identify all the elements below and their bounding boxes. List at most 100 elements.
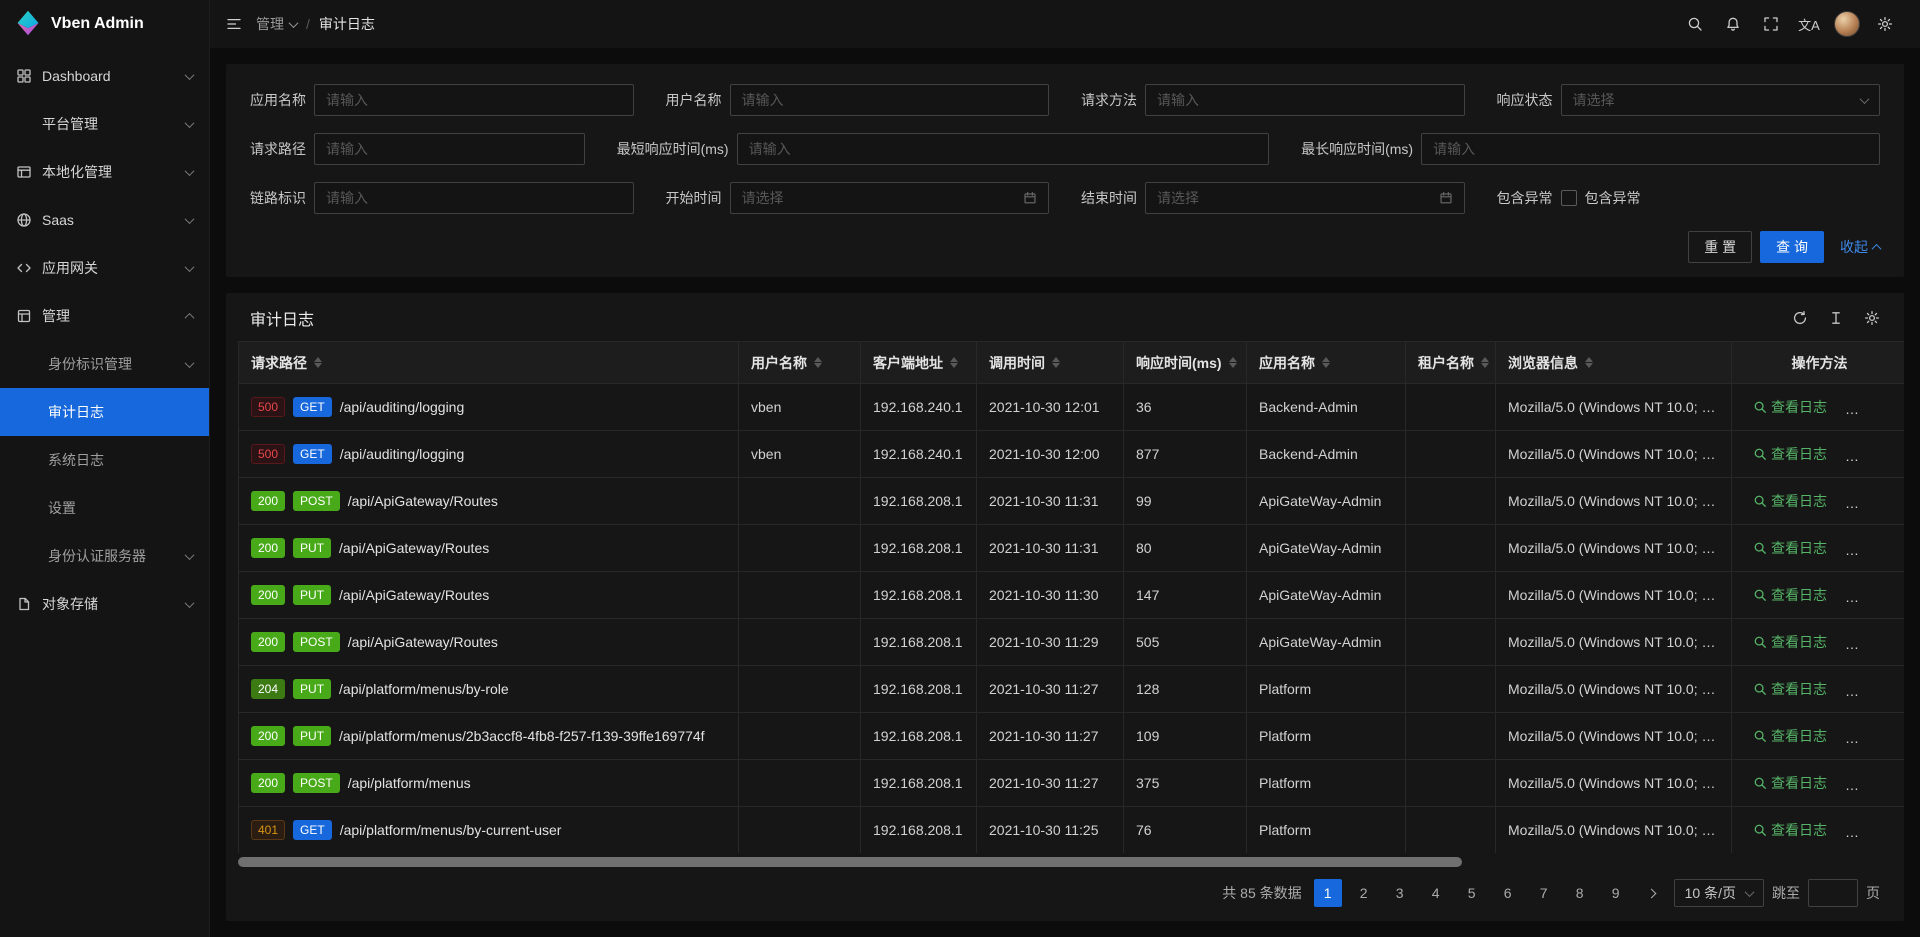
page-2-button[interactable]: 2 (1350, 879, 1378, 907)
column-header[interactable]: 客户端地址 (861, 342, 977, 384)
view-log-button[interactable]: 查看日志 (1753, 538, 1827, 558)
fullscreen-icon[interactable] (1752, 0, 1790, 48)
response-status-select[interactable]: 请选择 (1561, 84, 1881, 116)
horizontal-scrollbar[interactable] (238, 857, 1892, 867)
sort-icon[interactable] (950, 357, 958, 368)
settings-icon[interactable] (1866, 0, 1904, 48)
page-8-button[interactable]: 8 (1566, 879, 1594, 907)
min-response-time-input[interactable]: 请输入 (737, 133, 1270, 165)
has-exception-checkbox[interactable] (1561, 190, 1577, 206)
scrollbar-thumb[interactable] (238, 857, 1462, 867)
max-response-time-input[interactable]: 请输入 (1421, 133, 1880, 165)
column-header[interactable]: 响应时间(ms) (1124, 342, 1247, 384)
cell-user-name (739, 807, 861, 854)
sidebar-item-identity[interactable]: 身份标识管理 (0, 340, 209, 388)
sidebar-item-saas[interactable]: Saas (0, 196, 209, 244)
breadcrumb-item[interactable]: 管理 (256, 14, 297, 34)
sort-icon[interactable] (1052, 357, 1060, 368)
sidebar-item-settings[interactable]: 设置 (0, 484, 209, 532)
page-4-button[interactable]: 4 (1422, 879, 1450, 907)
page-size-select[interactable]: 10 条/页 (1674, 879, 1764, 907)
sidebar-item-dashboard[interactable]: Dashboard (0, 52, 209, 100)
cell-client-address: 192.168.208.1 (861, 525, 977, 572)
settings-icon[interactable] (1864, 310, 1880, 326)
column-header[interactable]: 租户名称 (1406, 342, 1496, 384)
field-label: 结束时间 (1081, 188, 1137, 208)
chevron-down-icon (185, 550, 195, 560)
cell-call-time: 2021-10-30 11:27 (977, 713, 1124, 760)
sidebar-item-admin[interactable]: 管理 (0, 292, 209, 340)
view-log-button[interactable]: 查看日志 (1753, 773, 1827, 793)
next-page-button[interactable] (1638, 879, 1666, 907)
blank-icon (16, 116, 32, 132)
sort-icon[interactable] (1585, 357, 1593, 368)
breadcrumb-item[interactable]: 审计日志 (319, 14, 375, 34)
chevron-down-icon (185, 70, 195, 80)
column-header[interactable]: 请求路径 (239, 342, 739, 384)
reset-button[interactable]: 重 置 (1688, 231, 1752, 263)
sidebar-item-auth-server[interactable]: 身份认证服务器 (0, 532, 209, 580)
column-label: 浏览器信息 (1508, 353, 1578, 373)
page-6-button[interactable]: 6 (1494, 879, 1522, 907)
view-log-button[interactable]: 查看日志 (1753, 397, 1827, 417)
column-height-icon[interactable] (1828, 310, 1844, 326)
page-5-button[interactable]: 5 (1458, 879, 1486, 907)
app-name-input[interactable]: 请输入 (314, 84, 634, 116)
page-1-button[interactable]: 1 (1314, 879, 1342, 907)
chevron-up-icon (185, 312, 195, 322)
view-log-button[interactable]: 查看日志 (1753, 820, 1827, 840)
view-log-button[interactable]: 查看日志 (1753, 632, 1827, 652)
sort-icon[interactable] (1322, 357, 1330, 368)
column-header[interactable]: 应用名称 (1247, 342, 1406, 384)
view-log-button[interactable]: 查看日志 (1753, 585, 1827, 605)
view-log-button[interactable]: 查看日志 (1753, 679, 1827, 699)
sidebar-item-platform[interactable]: 平台管理 (0, 100, 209, 148)
sidebar-item-localization[interactable]: 本地化管理 (0, 148, 209, 196)
view-log-label: 查看日志 (1771, 538, 1827, 558)
jump-page-input[interactable] (1808, 879, 1858, 907)
view-log-button[interactable]: 查看日志 (1753, 726, 1827, 746)
cell-client-address: 192.168.208.1 (861, 807, 977, 854)
cell-browser-info: Mozilla/5.0 (Windows NT 10.0; Win (1496, 666, 1732, 713)
user-name-input[interactable]: 请输入 (730, 84, 1050, 116)
sort-icon[interactable] (314, 357, 322, 368)
column-header[interactable]: 调用时间 (977, 342, 1124, 384)
sort-icon[interactable] (1229, 357, 1237, 368)
cell-user-name (739, 478, 861, 525)
page-7-button[interactable]: 7 (1530, 879, 1558, 907)
sidebar-item-gateway[interactable]: 应用网关 (0, 244, 209, 292)
search-icon[interactable] (1676, 0, 1714, 48)
menu-fold-icon[interactable] (226, 16, 242, 32)
field-end-time: 结束时间请选择 (1081, 182, 1465, 214)
sidebar-item-label: 应用网关 (42, 258, 186, 278)
view-log-button[interactable]: 查看日志 (1753, 491, 1827, 511)
cell-call-time: 2021-10-30 11:25 (977, 807, 1124, 854)
end-time-date[interactable]: 请选择 (1145, 182, 1465, 214)
refresh-icon[interactable] (1792, 310, 1808, 326)
request-path-input[interactable]: 请输入 (314, 133, 585, 165)
sidebar-item-audit-logs[interactable]: 审计日志 (0, 388, 209, 436)
http-method-badge: PUT (293, 585, 331, 605)
page-9-button[interactable]: 9 (1602, 879, 1630, 907)
query-button[interactable]: 查 询 (1760, 231, 1824, 263)
sort-icon[interactable] (814, 357, 822, 368)
request-method-input[interactable]: 请输入 (1145, 84, 1465, 116)
translate-icon[interactable]: 文A (1790, 0, 1828, 48)
cell-client-address: 192.168.208.1 (861, 760, 977, 807)
view-log-button[interactable]: 查看日志 (1753, 444, 1827, 464)
start-time-date[interactable]: 请选择 (730, 182, 1050, 214)
placeholder-text: 请输入 (742, 90, 1038, 110)
trace-id-input[interactable]: 请输入 (314, 182, 634, 214)
delete-label: 删除 (1863, 679, 1891, 699)
user-avatar[interactable] (1828, 0, 1866, 48)
column-header[interactable]: 浏览器信息 (1496, 342, 1732, 384)
collapse-link[interactable]: 收起 (1840, 237, 1880, 257)
sort-icon[interactable] (1481, 357, 1489, 368)
page-3-button[interactable]: 3 (1386, 879, 1414, 907)
column-header[interactable]: 用户名称 (739, 342, 861, 384)
sidebar-item-system-logs[interactable]: 系统日志 (0, 436, 209, 484)
bell-icon[interactable] (1714, 0, 1752, 48)
logo[interactable]: Vben Admin (0, 0, 209, 48)
sidebar-item-object-storage[interactable]: 对象存储 (0, 580, 209, 628)
request-path-text: /api/auditing/logging (340, 446, 465, 462)
